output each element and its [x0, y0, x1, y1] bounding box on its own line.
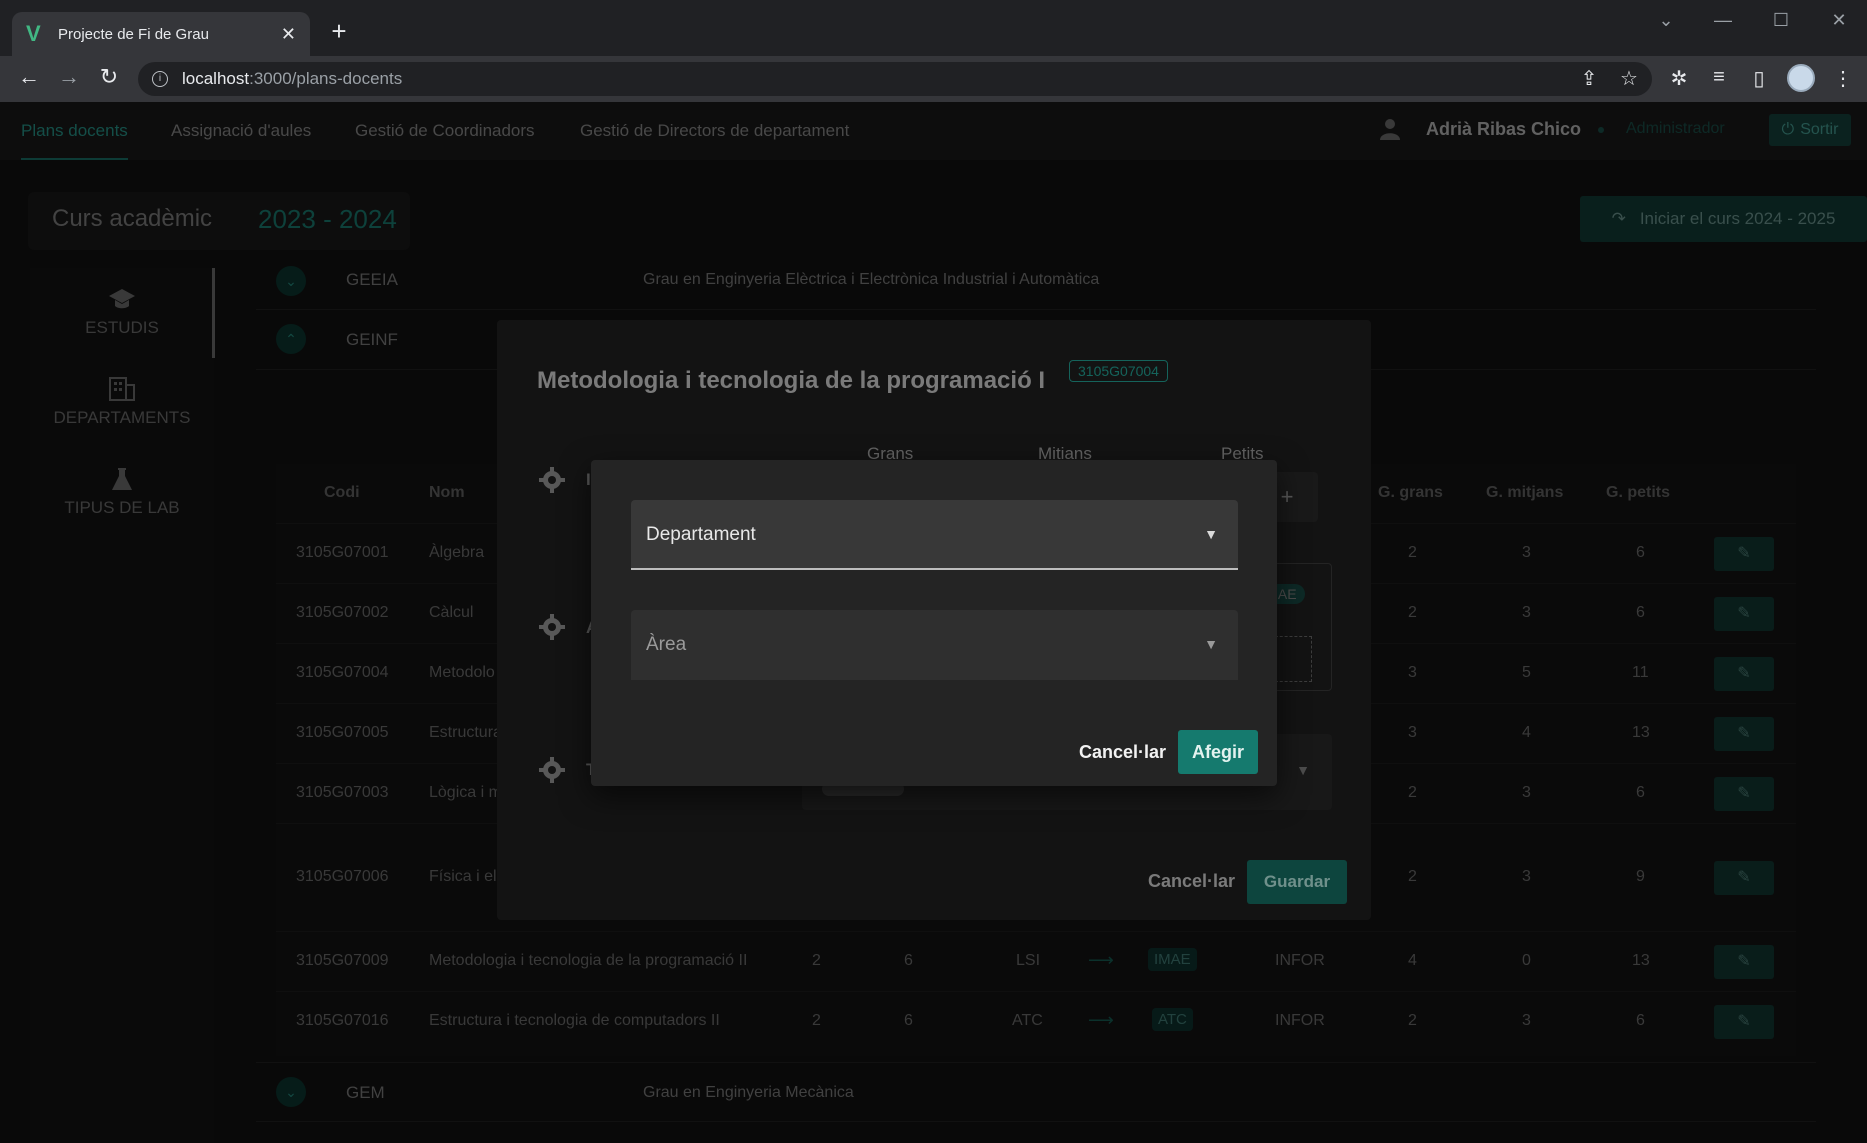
cancel-button[interactable]: Cancel·lar	[1079, 742, 1166, 763]
forward-icon[interactable]: →	[54, 64, 84, 90]
tab-search-icon[interactable]: ⌄	[1651, 10, 1681, 31]
side-panel-icon[interactable]: ▯	[1746, 66, 1772, 91]
media-icon[interactable]: ≡	[1706, 66, 1732, 89]
vue-logo-icon: V	[26, 21, 41, 46]
reload-icon[interactable]: ↻	[94, 64, 124, 90]
back-icon[interactable]: ←	[14, 64, 44, 90]
area-select[interactable]: Àrea ▼	[631, 610, 1238, 680]
add-button[interactable]: Afegir	[1178, 730, 1258, 774]
window-close-icon[interactable]: ✕	[1824, 10, 1854, 31]
close-tab-icon[interactable]: ✕	[281, 24, 296, 45]
area-label: Àrea	[646, 634, 687, 655]
bookmark-star-icon[interactable]: ☆	[1616, 66, 1642, 91]
share-icon[interactable]: ⇪	[1576, 66, 1602, 91]
minimize-icon[interactable]: —	[1708, 10, 1738, 31]
caret-down-icon: ▼	[1204, 526, 1218, 542]
departament-label: Departament	[646, 524, 756, 545]
menu-kebab-icon[interactable]: ⋮	[1830, 66, 1856, 91]
url-host: localhost	[182, 69, 250, 88]
tab-title: Projecte de Fi de Grau	[58, 25, 209, 43]
extensions-icon[interactable]: ✲	[1666, 66, 1692, 91]
url-path: :3000/plans-docents	[249, 69, 403, 88]
profile-avatar[interactable]	[1787, 64, 1815, 92]
address-bar[interactable]: i localhost:3000/plans-docents	[138, 62, 1652, 96]
departament-select[interactable]: Departament ▼	[631, 500, 1238, 570]
browser-tab[interactable]: V Projecte de Fi de Grau ✕	[12, 12, 310, 56]
maximize-icon[interactable]: ☐	[1766, 10, 1796, 31]
new-tab-icon[interactable]: +	[326, 16, 352, 47]
caret-down-icon: ▼	[1204, 636, 1218, 652]
site-info-icon[interactable]: i	[152, 71, 168, 87]
